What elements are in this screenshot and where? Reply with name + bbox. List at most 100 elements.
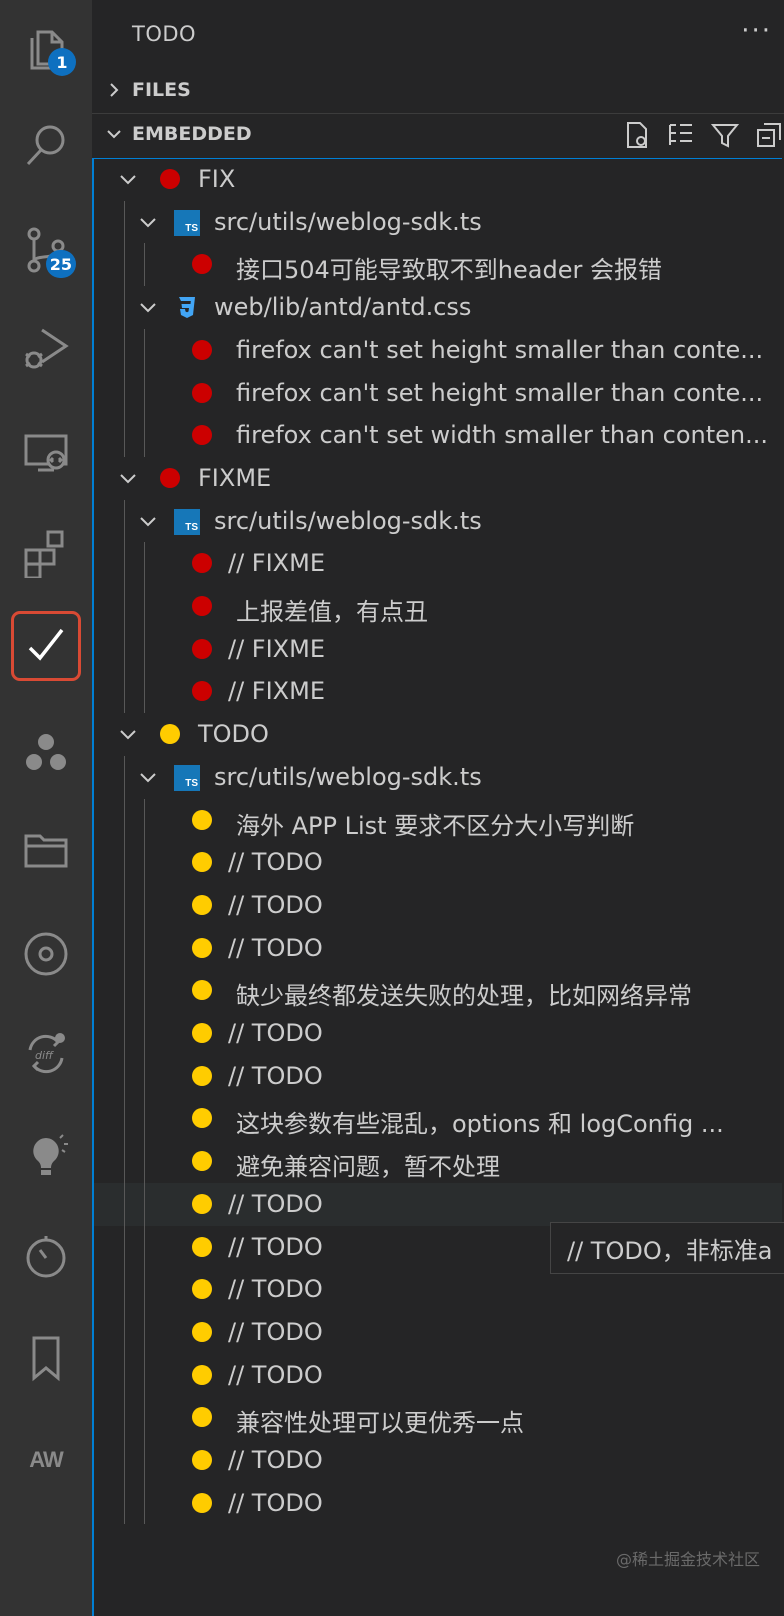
chevron-down-icon[interactable] xyxy=(134,293,162,321)
todo-item[interactable]: // TODO xyxy=(94,1354,782,1397)
files-section-label: FILES xyxy=(132,79,191,101)
item-label: // FIXME xyxy=(228,634,325,663)
extensions-icon xyxy=(24,530,64,578)
extensions-button[interactable] xyxy=(14,520,78,584)
todo-item[interactable]: // TODO xyxy=(94,927,782,970)
red-dot-icon xyxy=(192,638,212,659)
indent-guide xyxy=(144,798,145,1525)
collapse-all-icon[interactable] xyxy=(754,120,784,150)
todo-item[interactable]: // FIXME xyxy=(94,628,782,671)
group-fixme[interactable]: FIXME xyxy=(94,457,782,500)
connections-icon xyxy=(26,734,66,770)
activity-bar: 1 25 diff AW xyxy=(0,0,92,1616)
yellow-dot-icon xyxy=(192,1023,212,1043)
file-row[interactable]: TS src/utils/weblog-sdk.ts xyxy=(94,500,782,543)
explorer-badge: 1 xyxy=(48,48,76,76)
chevron-down-icon[interactable] xyxy=(134,208,162,236)
indent-guide xyxy=(144,328,145,457)
gitlens-button[interactable] xyxy=(14,722,78,786)
red-dot-icon xyxy=(160,169,180,189)
indent-guide xyxy=(124,499,125,714)
red-dot-icon xyxy=(192,382,212,403)
explorer-button[interactable]: 1 xyxy=(14,16,78,80)
todo-item[interactable]: 接口504可能导致取不到header 会报错 xyxy=(94,243,782,286)
filter-icon[interactable] xyxy=(710,120,740,150)
todo-item[interactable]: 这块参数有些混乱，options 和 logConfig ... xyxy=(94,1097,782,1140)
tree-view-icon[interactable] xyxy=(666,120,696,150)
todo-item[interactable]: // TODO xyxy=(94,1311,782,1354)
search-button[interactable] xyxy=(14,114,78,178)
item-label: 避免兼容问题，暂不处理 xyxy=(236,1153,500,1182)
yellow-dot-icon xyxy=(192,1108,212,1129)
lightbulb-button[interactable] xyxy=(14,1124,78,1188)
todo-item[interactable]: // TODO xyxy=(94,1012,782,1055)
run-debug-button[interactable] xyxy=(14,316,78,380)
source-control-button[interactable]: 25 xyxy=(14,218,78,282)
search-icon xyxy=(26,125,65,166)
yellow-dot-icon xyxy=(192,1236,212,1257)
chevron-down-icon xyxy=(107,130,121,139)
todo-item[interactable]: 兼容性处理可以更优秀一点 xyxy=(94,1396,782,1439)
file-row[interactable]: TS src/utils/weblog-sdk.ts xyxy=(94,201,782,244)
watermark: @稀土掘金技术社区 xyxy=(615,1550,760,1569)
todo-item[interactable]: // TODO xyxy=(94,841,782,884)
bookmarks-button[interactable] xyxy=(14,1326,78,1390)
group-fix[interactable]: FIX xyxy=(94,159,782,201)
todo-item[interactable]: 上报差值，有点丑 xyxy=(94,585,782,628)
timer-button[interactable] xyxy=(14,1224,78,1288)
todo-tree-button[interactable] xyxy=(11,611,81,681)
todo-item[interactable]: // TODO xyxy=(94,1439,782,1482)
red-dot-icon xyxy=(160,467,180,488)
chevron-down-icon[interactable] xyxy=(134,507,162,535)
todo-item[interactable]: 海外 APP List 要求不区分大小写判断 xyxy=(94,799,782,842)
yellow-dot-icon xyxy=(160,724,180,745)
item-label: // TODO xyxy=(228,1019,323,1047)
todo-item[interactable]: // TODO xyxy=(94,884,782,927)
item-label: // TODO xyxy=(228,848,323,877)
todo-item[interactable]: firefox can't set height smaller than co… xyxy=(94,329,782,372)
files-section-header[interactable]: FILES xyxy=(92,70,784,110)
remote-explorer-button[interactable] xyxy=(14,420,78,484)
item-label: // TODO xyxy=(228,1446,323,1474)
todo-item[interactable]: // TODO xyxy=(94,1055,782,1098)
todo-item[interactable]: 缺少最终都发送失败的处理，比如网络异常 xyxy=(94,969,782,1012)
todo-item[interactable]: // FIXME xyxy=(94,670,782,713)
typescript-file-icon: TS xyxy=(174,508,200,535)
more-actions-button[interactable]: ··· xyxy=(741,16,772,46)
item-label: 接口504可能导致取不到header 会报错 xyxy=(236,256,662,285)
indent-guide xyxy=(124,755,125,1525)
item-label: // TODO xyxy=(228,1360,323,1389)
red-dot-icon xyxy=(192,425,212,446)
group-todo[interactable]: TODO xyxy=(94,713,782,756)
todo-item[interactable]: firefox can't set width smaller than con… xyxy=(94,414,782,457)
scan-file-icon[interactable] xyxy=(622,120,652,150)
todo-item[interactable]: firefox can't set height smaller than co… xyxy=(94,372,782,415)
todo-item[interactable]: // TODO xyxy=(94,1268,782,1311)
file-label: src/utils/weblog-sdk.ts xyxy=(214,506,482,535)
file-row[interactable]: web/lib/antd/antd.css xyxy=(94,286,782,329)
item-label: 海外 APP List 要求不区分大小写判断 xyxy=(236,811,635,840)
group-label: FIXME xyxy=(198,463,272,492)
disc-button[interactable] xyxy=(14,922,78,986)
file-label: web/lib/antd/antd.css xyxy=(214,293,472,322)
aw-button[interactable]: AW xyxy=(14,1428,78,1492)
item-label: firefox can't set height smaller than co… xyxy=(236,335,764,364)
yellow-dot-icon xyxy=(192,1450,212,1470)
project-manager-button[interactable] xyxy=(14,818,78,882)
group-label: TODO xyxy=(198,720,269,749)
todo-item[interactable]: 避免兼容问题，暂不处理 xyxy=(94,1140,782,1183)
todo-item[interactable]: // TODO xyxy=(94,1482,782,1525)
file-label: src/utils/weblog-sdk.ts xyxy=(214,762,482,791)
chevron-down-icon[interactable] xyxy=(114,464,142,492)
chevron-down-icon[interactable] xyxy=(114,165,142,193)
todo-item[interactable]: // TODO xyxy=(94,1182,782,1226)
indent-guide xyxy=(144,542,145,714)
diff-button[interactable]: diff xyxy=(14,1022,78,1086)
chevron-down-icon[interactable] xyxy=(114,720,142,748)
chevron-down-icon[interactable] xyxy=(134,763,162,791)
red-dot-icon xyxy=(192,596,212,616)
todo-item[interactable]: // FIXME xyxy=(94,542,782,585)
yellow-dot-icon xyxy=(192,1193,212,1214)
chevron-right-icon xyxy=(110,83,119,97)
file-row[interactable]: TS src/utils/weblog-sdk.ts xyxy=(94,756,782,799)
